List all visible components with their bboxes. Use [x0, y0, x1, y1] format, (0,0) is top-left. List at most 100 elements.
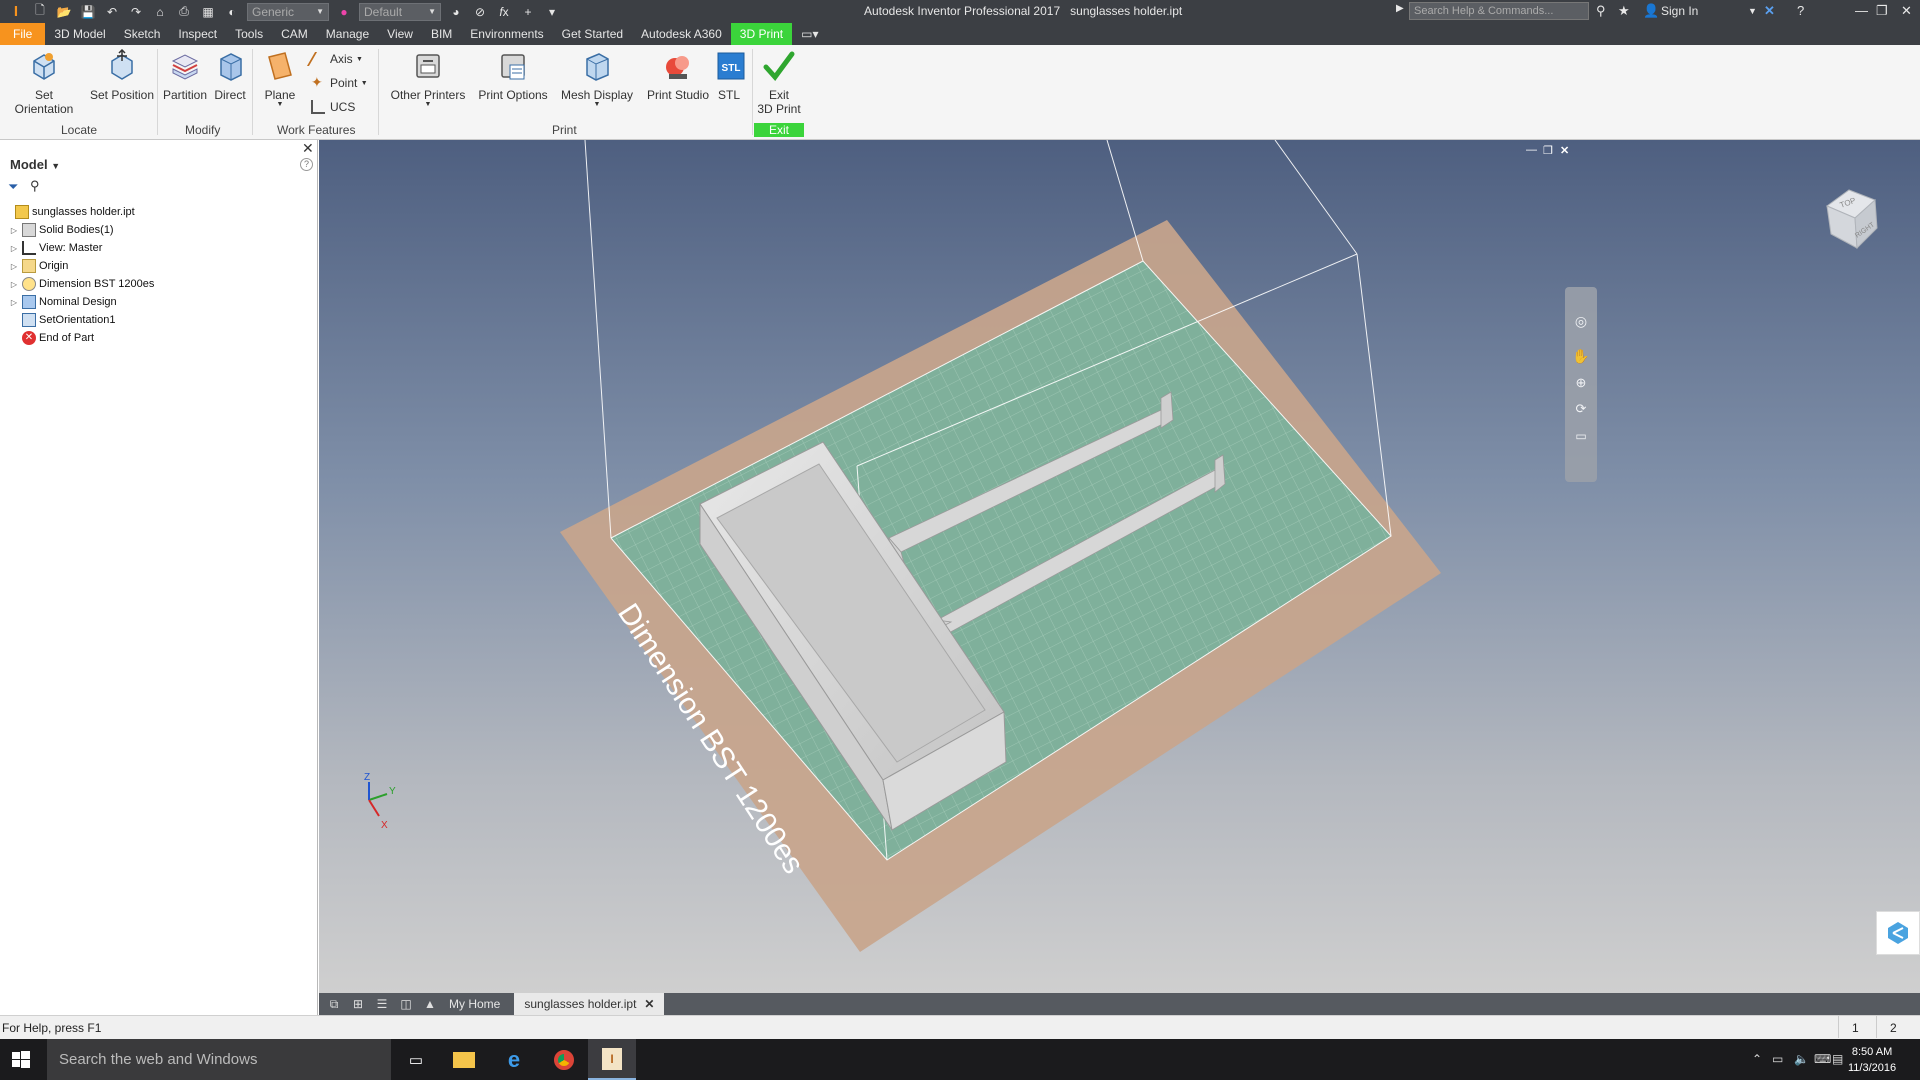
tab-my-home[interactable]: My Home [439, 993, 510, 1015]
chrome-icon[interactable] [540, 1039, 588, 1080]
tab-environments[interactable]: Environments [461, 23, 552, 45]
appearance-select[interactable]: Default ▼ [359, 2, 441, 21]
restore-icon[interactable]: ❐ [1876, 3, 1888, 19]
tab-get-started[interactable]: Get Started [553, 23, 632, 45]
tree-node-root[interactable]: sunglasses holder.ipt [0, 203, 316, 221]
arrange-up-icon[interactable]: ▲ [421, 997, 439, 1011]
exchange-icon[interactable]: ✕ [1764, 3, 1775, 19]
tab-3d-model[interactable]: 3D Model [45, 23, 114, 45]
chevron-down-icon[interactable]: ▼ [1748, 6, 1757, 16]
minimize-icon[interactable]: — [1526, 144, 1537, 156]
tree-node-end-of-part[interactable]: ✕ End of Part [0, 329, 316, 347]
tile-icon[interactable]: ⊞ [349, 997, 367, 1011]
tree-node-view-master[interactable]: ▷ View: Master [0, 239, 316, 257]
exit-3d-print-button[interactable]: Exit 3D Print [754, 49, 804, 116]
open-file-icon[interactable]: 📂 [56, 5, 72, 19]
home-icon[interactable]: ⌂ [152, 5, 168, 19]
expand-icon[interactable]: ▷ [9, 262, 19, 271]
clear-override-icon[interactable]: ⊘ [472, 5, 488, 19]
direct-button[interactable]: Direct [210, 49, 250, 102]
new-file-icon[interactable]: 🗋 [32, 3, 48, 19]
view-cube[interactable]: TOP RIGHT [1825, 189, 1878, 250]
tab-3d-print[interactable]: 3D Print [730, 23, 793, 45]
tree-node-set-orientation[interactable]: SetOrientation1 [0, 311, 316, 329]
input-icon[interactable]: ⌨ [1814, 1052, 1831, 1066]
save-icon[interactable]: 💾 [80, 5, 96, 19]
expand-icon[interactable]: ▷ [9, 244, 19, 253]
help-icon[interactable]: ? [300, 158, 313, 171]
close-icon[interactable]: ✕ [1901, 3, 1912, 19]
plane-button[interactable]: Plane ▼ [258, 49, 302, 108]
undo-icon[interactable]: ↶ [104, 5, 120, 19]
filter-icon[interactable]: ⏷ [8, 179, 18, 195]
binoculars-icon[interactable]: ⚲ [1596, 3, 1606, 19]
tab-inspect[interactable]: Inspect [169, 23, 226, 45]
mesh-display-button[interactable]: Mesh Display ▼ [558, 49, 636, 108]
tab-document[interactable]: sunglasses holder.ipt ✕ [514, 993, 665, 1015]
network-icon[interactable]: ▭ [1772, 1052, 1783, 1066]
tab-bim[interactable]: BIM [422, 23, 461, 45]
user-icon[interactable]: 👤 [1643, 3, 1659, 19]
select-icon[interactable]: ◐ [224, 5, 240, 19]
search-input[interactable]: Search Help & Commands... [1409, 2, 1589, 20]
other-printers-button[interactable]: Other Printers ▼ [388, 49, 468, 108]
customize-icon[interactable]: ▾ [544, 5, 560, 19]
orbit-icon[interactable]: ⟳ [1565, 401, 1597, 417]
fx-icon[interactable]: fx [496, 5, 512, 19]
inventor-taskbar-icon[interactable]: I [588, 1039, 636, 1080]
color-wheel-icon[interactable]: ● [336, 5, 352, 19]
plus-icon[interactable]: + [520, 5, 536, 19]
material-select[interactable]: Generic ▼ [247, 2, 329, 21]
tab-cam[interactable]: CAM [272, 23, 317, 45]
expand-icon[interactable]: ▷ [9, 298, 19, 307]
adjust-icon[interactable]: ◕ [448, 5, 464, 19]
cascade-icon[interactable]: ⧉ [325, 997, 343, 1011]
tile-horizontal-icon[interactable]: ☰ [373, 997, 391, 1011]
print-options-button[interactable]: Print Options [474, 49, 552, 102]
taskbar-search-input[interactable]: Search the web and Windows [47, 1039, 391, 1080]
look-at-icon[interactable]: ▭ [1565, 429, 1597, 443]
help-icon[interactable]: ? [1797, 3, 1804, 18]
close-icon[interactable]: ✕ [644, 997, 654, 1011]
internet-explorer-icon[interactable]: e [490, 1039, 538, 1080]
system-clock[interactable]: 8:50 AM 11/3/2016 [1848, 1044, 1896, 1076]
point-button[interactable]: ✦ Point ▼ [311, 75, 368, 90]
expand-icon[interactable]: ▷ [9, 280, 19, 289]
axis-button[interactable]: Axis ▼ [306, 52, 363, 66]
expand-arrow-icon[interactable]: ▶ [1396, 3, 1404, 14]
print-studio-button[interactable]: Print Studio [642, 49, 714, 102]
tab-sketch[interactable]: Sketch [115, 23, 170, 45]
inventor-logo-icon[interactable]: I [8, 3, 24, 20]
graphics-viewport[interactable]: Dimension BST 1200es TOP RIGHT Y Z X — ❐… [319, 140, 1920, 993]
tab-file[interactable]: File [0, 23, 46, 45]
redo-icon[interactable]: ↷ [128, 5, 144, 19]
volume-icon[interactable]: 🔈 [1794, 1052, 1809, 1066]
update-icon[interactable]: ▦ [200, 5, 216, 19]
tile-vertical-icon[interactable]: ◫ [397, 997, 415, 1011]
set-position-button[interactable]: Set Position [88, 48, 156, 102]
tab-view[interactable]: View [378, 23, 422, 45]
file-explorer-icon[interactable] [440, 1039, 488, 1080]
restore-icon[interactable]: ❐ [1543, 144, 1553, 157]
tab-autodesk-a360[interactable]: Autodesk A360 [632, 23, 731, 45]
close-icon[interactable]: ✕ [1560, 144, 1569, 157]
tree-node-printer[interactable]: ▷ Dimension BST 1200es [0, 275, 316, 293]
ucs-button[interactable]: UCS [311, 100, 355, 114]
tree-node-nominal-design[interactable]: ▷ Nominal Design [0, 293, 316, 311]
star-icon[interactable]: ★ [1618, 3, 1630, 19]
set-orientation-button[interactable]: Set Orientation [4, 49, 84, 116]
zoom-icon[interactable]: ⊕ [1565, 375, 1597, 391]
sign-in-link[interactable]: Sign In [1661, 4, 1698, 18]
tree-node-solid-bodies[interactable]: ▷ Solid Bodies(1) [0, 221, 316, 239]
close-icon[interactable]: ✕ [302, 140, 314, 157]
pan-icon[interactable]: ✋ [1565, 348, 1597, 365]
windows-start-icon[interactable] [10, 1049, 32, 1071]
partition-button[interactable]: Partition [161, 49, 209, 102]
task-view-icon[interactable]: ▭ [392, 1039, 440, 1080]
tab-manage[interactable]: Manage [317, 23, 378, 45]
binoculars-icon[interactable]: ⚲ [30, 178, 40, 194]
steering-wheel-icon[interactable]: ◎ [1565, 313, 1597, 330]
tree-node-origin[interactable]: ▷ Origin [0, 257, 316, 275]
ribbon-options-icon[interactable]: ▭▾ [792, 23, 827, 45]
print-icon[interactable]: ⎙ [176, 4, 192, 19]
